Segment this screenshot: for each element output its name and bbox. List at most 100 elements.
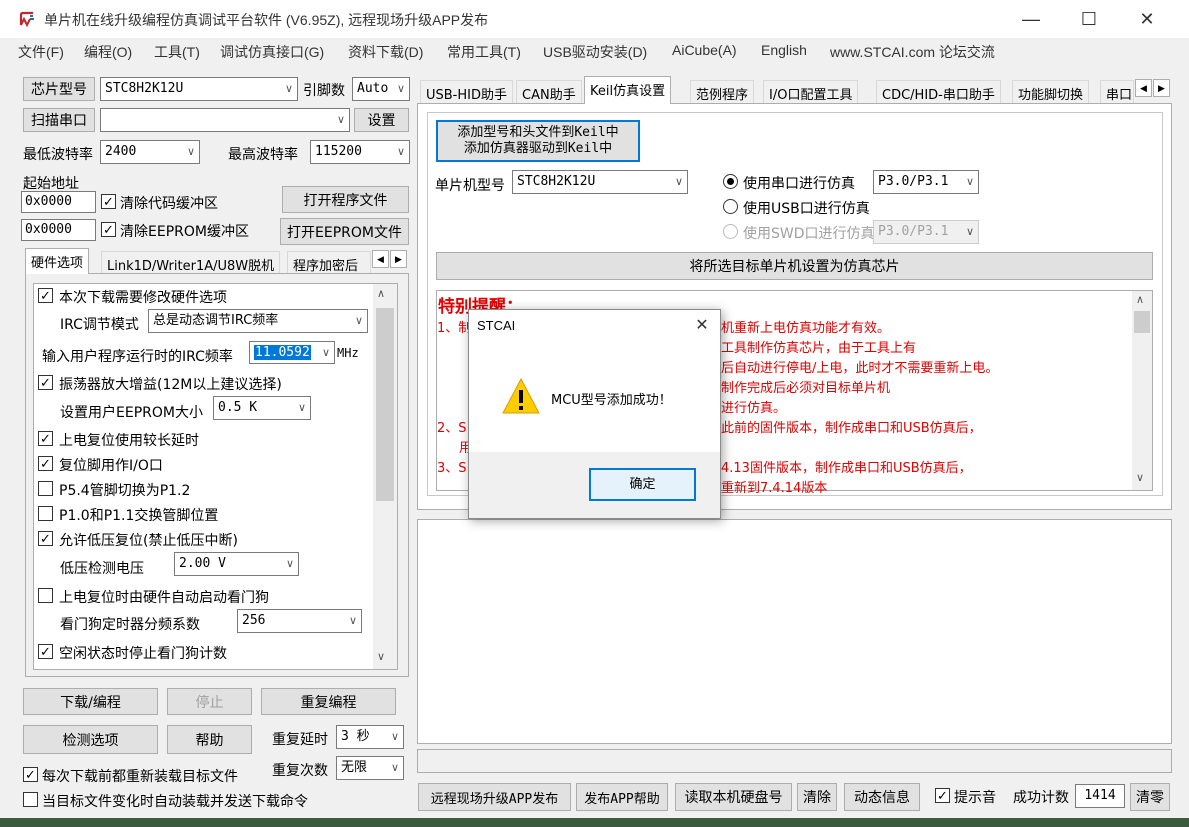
close-button[interactable]: ✕: [1124, 0, 1170, 38]
tab-examples[interactable]: 范例程序: [690, 80, 755, 104]
long-reset-checkbox[interactable]: ✓: [38, 431, 53, 446]
download-program-button[interactable]: 下载/编程: [23, 688, 158, 715]
menu-common-tools[interactable]: 常用工具(T): [447, 42, 521, 62]
open-program-file-button[interactable]: 打开程序文件: [282, 186, 409, 213]
tab-hardware-options[interactable]: 硬件选项: [25, 248, 90, 274]
tab-program-encryption[interactable]: 程序加密后: [287, 251, 371, 275]
tab-scroll-right-icon[interactable]: ▶: [390, 250, 407, 268]
chevron-down-icon: ∨: [965, 225, 974, 238]
swd-pins-value: P3.0/P3.1: [878, 224, 949, 239]
open-eeprom-file-button[interactable]: 打开EEPROM文件: [280, 218, 409, 245]
menu-aicube[interactable]: AiCube(A): [672, 42, 737, 58]
menu-forum[interactable]: www.STCAI.com 论坛交流: [830, 42, 995, 62]
chevron-down-icon: ∨: [396, 82, 405, 95]
tab-scroll-left-icon[interactable]: ◀: [372, 250, 389, 268]
port-select[interactable]: ∨: [100, 108, 350, 132]
p54-checkbox[interactable]: [38, 481, 53, 496]
wdt-idle-checkbox[interactable]: ✓: [38, 644, 53, 659]
low-volt-select[interactable]: 2.00 V ∨: [174, 552, 299, 576]
irc-freq-select[interactable]: 11.0592 ∨: [249, 341, 335, 364]
uart-sim-radio[interactable]: [723, 174, 738, 189]
check-options-button[interactable]: 检测选项: [23, 725, 158, 754]
mcu-type-select[interactable]: STC8H2K12U ∨: [512, 170, 688, 194]
title-bar: 单片机在线升级编程仿真调试平台软件 (V6.95Z), 远程现场升级APP发布 …: [0, 0, 1189, 38]
auto-send-checkbox[interactable]: [23, 792, 38, 807]
set-sim-chip-button[interactable]: 将所选目标单片机设置为仿真芯片: [436, 252, 1153, 280]
menu-usb-driver[interactable]: USB驱动安装(D): [543, 42, 647, 62]
uart-pins-select[interactable]: P3.0/P3.1 ∨: [873, 170, 979, 194]
settings-button[interactable]: 设置: [354, 108, 409, 132]
reload-target-checkbox[interactable]: ✓: [23, 767, 38, 782]
clear-eeprom-checkbox[interactable]: ✓: [101, 222, 116, 237]
beep-checkbox[interactable]: ✓: [935, 788, 950, 803]
wdt-div-select[interactable]: 256 ∨: [237, 609, 362, 633]
pin-count-label: 引脚数: [303, 83, 345, 99]
swd-sim-radio[interactable]: [723, 224, 738, 239]
tab-can[interactable]: CAN助手: [516, 80, 582, 104]
min-baud-select[interactable]: 2400 ∨: [100, 140, 200, 164]
remote-upgrade-app-button[interactable]: 远程现场升级APP发布: [418, 783, 571, 811]
notice-line: 重新到7.4.14版本: [721, 481, 828, 496]
right-tab-scroll-right-icon[interactable]: ▶: [1153, 79, 1170, 97]
scroll-down-icon[interactable]: ∨: [1136, 471, 1144, 484]
options-scrollbar[interactable]: ∧ ∨: [373, 284, 397, 669]
reprogram-button[interactable]: 重复编程: [261, 688, 396, 715]
stop-button[interactable]: 停止: [167, 688, 252, 715]
reset-count-button[interactable]: 清零: [1130, 783, 1170, 811]
clear-code-checkbox[interactable]: ✓: [101, 194, 116, 209]
p10-swap-checkbox[interactable]: [38, 506, 53, 521]
code-address-input[interactable]: 0x0000: [21, 191, 96, 213]
tab-pin-switch[interactable]: 功能脚切换: [1012, 80, 1090, 104]
low-volt-reset-checkbox[interactable]: ✓: [38, 531, 53, 546]
help-button[interactable]: 帮助: [167, 725, 252, 754]
scroll-down-icon[interactable]: ∨: [377, 650, 385, 663]
scroll-thumb[interactable]: [376, 308, 394, 501]
menu-downloads[interactable]: 资料下载(D): [348, 42, 423, 62]
add-to-keil-button[interactable]: 添加型号和头文件到Keil中 添加仿真器驱动到Keil中: [436, 120, 640, 162]
tab-offline-writer[interactable]: Link1D/Writer1A/U8W脱机: [101, 251, 281, 275]
tab-usb-hid[interactable]: USB-HID助手: [420, 80, 513, 104]
tab-cdc-hid-uart[interactable]: CDC/HID-串口助手: [876, 80, 1001, 104]
menu-tools[interactable]: 工具(T): [154, 42, 200, 62]
output-log[interactable]: [417, 519, 1172, 744]
success-dialog: STCAI ✕ MCU型号添加成功！ 确定: [468, 309, 721, 519]
repeat-count-select[interactable]: 无限 ∨: [336, 756, 404, 780]
minimize-button[interactable]: —: [1008, 0, 1054, 38]
clear-log-button[interactable]: 清除: [797, 783, 837, 811]
menu-debug-interface[interactable]: 调试仿真接口(G): [220, 42, 324, 62]
reset-io-checkbox[interactable]: ✓: [38, 456, 53, 471]
wdt-auto-checkbox[interactable]: [38, 588, 53, 603]
eeprom-address-input[interactable]: 0x0000: [21, 219, 96, 241]
scroll-thumb[interactable]: [1134, 311, 1150, 333]
chip-type-select[interactable]: STC8H2K12U ∨: [100, 77, 298, 101]
dialog-close-icon[interactable]: ✕: [687, 312, 717, 340]
pin-count-select[interactable]: Auto ∨: [352, 77, 410, 101]
scan-port-button[interactable]: 扫描串口: [23, 108, 95, 132]
publish-app-help-button[interactable]: 发布APP帮助: [576, 783, 668, 811]
tab-io-config[interactable]: I/O口配置工具: [763, 80, 859, 104]
menu-file[interactable]: 文件(F): [18, 42, 64, 62]
menu-program[interactable]: 编程(O): [84, 42, 132, 62]
auto-send-label: 当目标文件变化时自动装载并发送下载命令: [42, 794, 308, 810]
mcu-type-value: STC8H2K12U: [517, 174, 596, 189]
irc-mode-select[interactable]: 总是动态调节IRC频率 ∨: [148, 309, 368, 333]
osc-gain-checkbox[interactable]: ✓: [38, 375, 53, 390]
read-disk-id-button[interactable]: 读取本机硬盘号: [675, 783, 792, 811]
notice-scrollbar[interactable]: ∧ ∨: [1132, 291, 1152, 490]
dynamic-info-button[interactable]: 动态信息: [844, 783, 920, 811]
scroll-up-icon[interactable]: ∧: [377, 287, 385, 300]
max-baud-select[interactable]: 115200 ∨: [310, 140, 410, 164]
modify-hw-checkbox[interactable]: ✓: [38, 288, 53, 303]
menu-english[interactable]: English: [761, 42, 807, 58]
dialog-ok-button[interactable]: 确定: [589, 468, 696, 501]
maximize-button[interactable]: ☐: [1066, 0, 1112, 38]
chip-type-button[interactable]: 芯片型号: [23, 77, 95, 101]
eeprom-size-select[interactable]: 0.5 K ∨: [213, 396, 311, 420]
swd-pins-select[interactable]: P3.0/P3.1 ∨: [873, 220, 979, 244]
usb-sim-radio[interactable]: [723, 199, 738, 214]
tab-keil-sim[interactable]: Keil仿真设置: [584, 76, 672, 104]
repeat-delay-select[interactable]: 3 秒 ∨: [336, 725, 404, 749]
tab-uart[interactable]: 串口: [1100, 80, 1134, 104]
right-tab-scroll-left-icon[interactable]: ◀: [1135, 79, 1152, 97]
scroll-up-icon[interactable]: ∧: [1136, 293, 1144, 306]
